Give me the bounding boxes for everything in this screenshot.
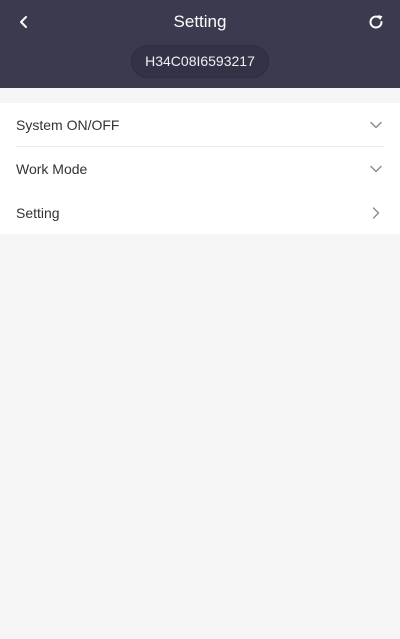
menu-item-label: Setting — [16, 204, 60, 221]
menu-item-setting[interactable]: Setting — [0, 191, 400, 234]
settings-list: System ON/OFF Work Mode Setting — [0, 103, 400, 234]
refresh-icon — [369, 15, 383, 29]
chevron-right-icon — [368, 205, 384, 221]
menu-item-label: System ON/OFF — [16, 117, 120, 133]
chevron-down-icon — [368, 161, 384, 177]
chevron-down-icon — [368, 117, 384, 133]
refresh-button[interactable] — [364, 10, 388, 34]
page-title: Setting — [173, 12, 227, 31]
menu-item-work-mode[interactable]: Work Mode — [0, 147, 400, 191]
device-id-badge: H34C08I6593217 — [131, 45, 269, 78]
menu-item-system-on-off[interactable]: System ON/OFF — [0, 103, 400, 147]
menu-item-label: Work Mode — [16, 161, 88, 177]
top-app-bar: Setting H34C08I6593217 — [0, 0, 400, 88]
